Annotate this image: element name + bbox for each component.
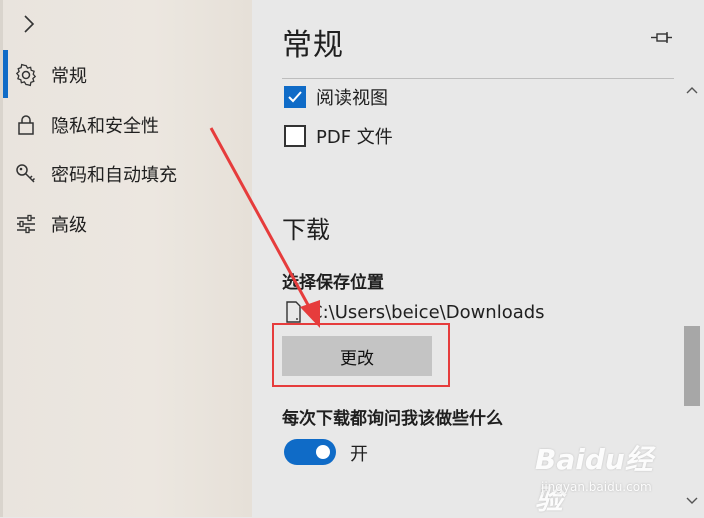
divider (282, 78, 674, 79)
sliders-icon (17, 214, 35, 234)
change-location-button[interactable]: 更改 (282, 336, 432, 376)
selected-indicator (3, 50, 8, 98)
expand-chevron-icon[interactable] (20, 12, 40, 36)
sidebar-item-general[interactable]: 常规 (14, 60, 87, 90)
sidebar-item-advanced[interactable]: 高级 (14, 209, 87, 239)
sidebar-item-label: 高级 (51, 215, 87, 236)
gear-icon (15, 63, 37, 87)
sidebar-item-passwords[interactable]: 密码和自动填充 (14, 159, 177, 189)
key-icon (16, 164, 36, 183)
ask-toggle-switch[interactable] (284, 439, 336, 465)
scrollbar-thumb[interactable] (684, 326, 700, 406)
download-path: C:\Users\beice\Downloads (310, 301, 545, 323)
toggle-knob (316, 445, 330, 459)
sidebar-item-label: 常规 (51, 66, 87, 87)
lock-icon (18, 115, 34, 135)
toggle-state-label: 开 (350, 444, 368, 465)
scroll-down-chevron-icon[interactable] (684, 493, 700, 509)
download-path-row: C:\Users\beice\Downloads (284, 299, 545, 325)
reading-view-label: 阅读视图 (316, 88, 388, 109)
page-title: 常规 (282, 28, 344, 63)
pdf-checkbox[interactable] (284, 125, 306, 147)
ask-every-download-label: 每次下载都询问我该做些什么 (282, 409, 503, 429)
sidebar-item-label: 隐私和安全性 (51, 116, 159, 137)
pin-icon[interactable] (650, 28, 674, 48)
sidebar-item-label: 密码和自动填充 (51, 165, 177, 186)
save-location-label: 选择保存位置 (282, 273, 384, 293)
reading-view-checkbox[interactable] (284, 86, 306, 108)
baidu-watermark: Baidu经验 jingyan.baidu.com (535, 438, 675, 516)
drive-icon (286, 301, 301, 323)
sidebar-item-privacy[interactable]: 隐私和安全性 (14, 110, 159, 140)
watermark-url: jingyan.baidu.com (541, 480, 652, 494)
pdf-option[interactable]: PDF 文件 (284, 123, 393, 149)
watermark-brand: Baidu经验 (535, 443, 653, 516)
scroll-up-chevron-icon[interactable] (684, 82, 700, 98)
reading-view-option[interactable]: 阅读视图 (284, 84, 388, 110)
downloads-heading: 下载 (282, 216, 330, 244)
pdf-label: PDF 文件 (316, 127, 393, 148)
sidebar: 常规 隐私和安全性 密码和自动填充 高级 (0, 0, 252, 517)
